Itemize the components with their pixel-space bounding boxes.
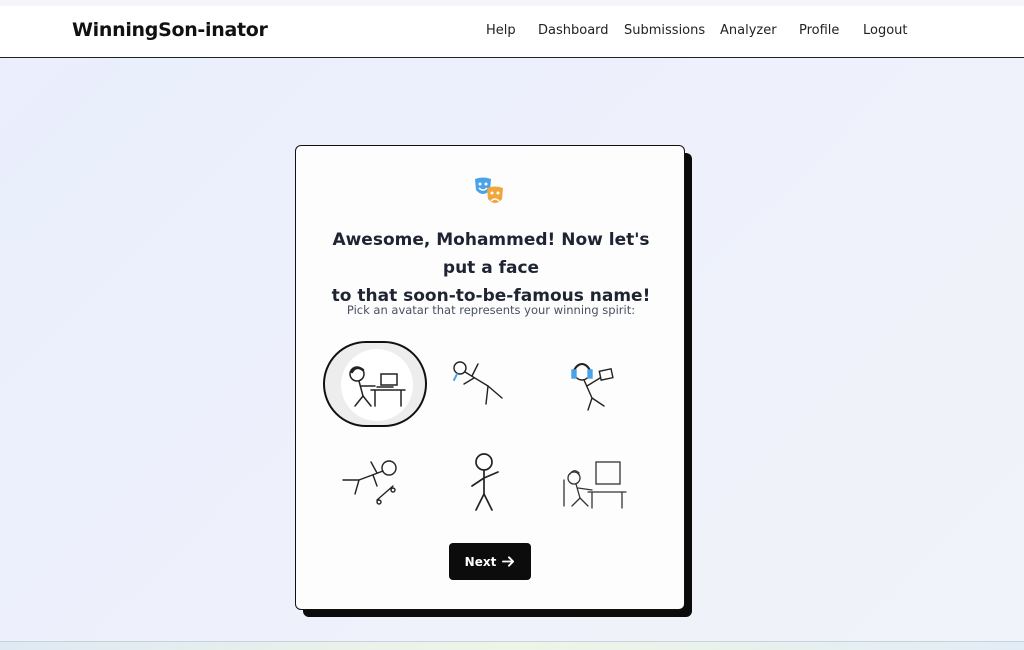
next-button[interactable]: Next bbox=[449, 543, 531, 580]
arrow-right-icon bbox=[502, 556, 515, 567]
avatar-option-1[interactable] bbox=[323, 341, 427, 427]
nav-links: Help Dashboard Submissions Analyzer Prof… bbox=[0, 23, 1024, 43]
stickman-falling-icon bbox=[453, 361, 503, 405]
nav-profile-link[interactable]: Profile bbox=[799, 23, 839, 38]
stickman-skateboard-icon bbox=[342, 460, 397, 505]
bottom-taskbar-strip bbox=[0, 641, 1024, 650]
stickman-computer-icon bbox=[563, 461, 627, 509]
avatar-option-2[interactable] bbox=[432, 341, 536, 427]
nav-analyzer-link[interactable]: Analyzer bbox=[720, 23, 777, 38]
stickman-headphones-icon bbox=[571, 363, 614, 411]
navbar: WinningSon-inator Help Dashboard Submiss… bbox=[0, 6, 1024, 58]
nav-help-link[interactable]: Help bbox=[486, 23, 516, 38]
avatar-option-5[interactable] bbox=[432, 441, 536, 527]
nav-submissions-link[interactable]: Submissions bbox=[624, 23, 705, 38]
title-line-1: Awesome, Mohammed! Now let's put a face bbox=[332, 230, 650, 278]
avatar-option-4[interactable] bbox=[323, 441, 427, 527]
avatar-picker-card: Awesome, Mohammed! Now let's put a face … bbox=[295, 145, 685, 610]
nav-dashboard-link[interactable]: Dashboard bbox=[538, 23, 609, 38]
avatar-option-3[interactable] bbox=[542, 341, 646, 427]
card-title: Awesome, Mohammed! Now let's put a face … bbox=[316, 226, 666, 310]
avatar-option-6[interactable] bbox=[542, 441, 646, 527]
stickman-at-desk-icon bbox=[349, 366, 406, 407]
next-button-label: Next bbox=[464, 554, 497, 569]
stickman-standing-icon bbox=[471, 453, 499, 511]
card-subtitle: Pick an avatar that represents your winn… bbox=[346, 303, 636, 317]
theater-masks-icon bbox=[475, 177, 503, 203]
nav-logout-link[interactable]: Logout bbox=[863, 23, 908, 38]
